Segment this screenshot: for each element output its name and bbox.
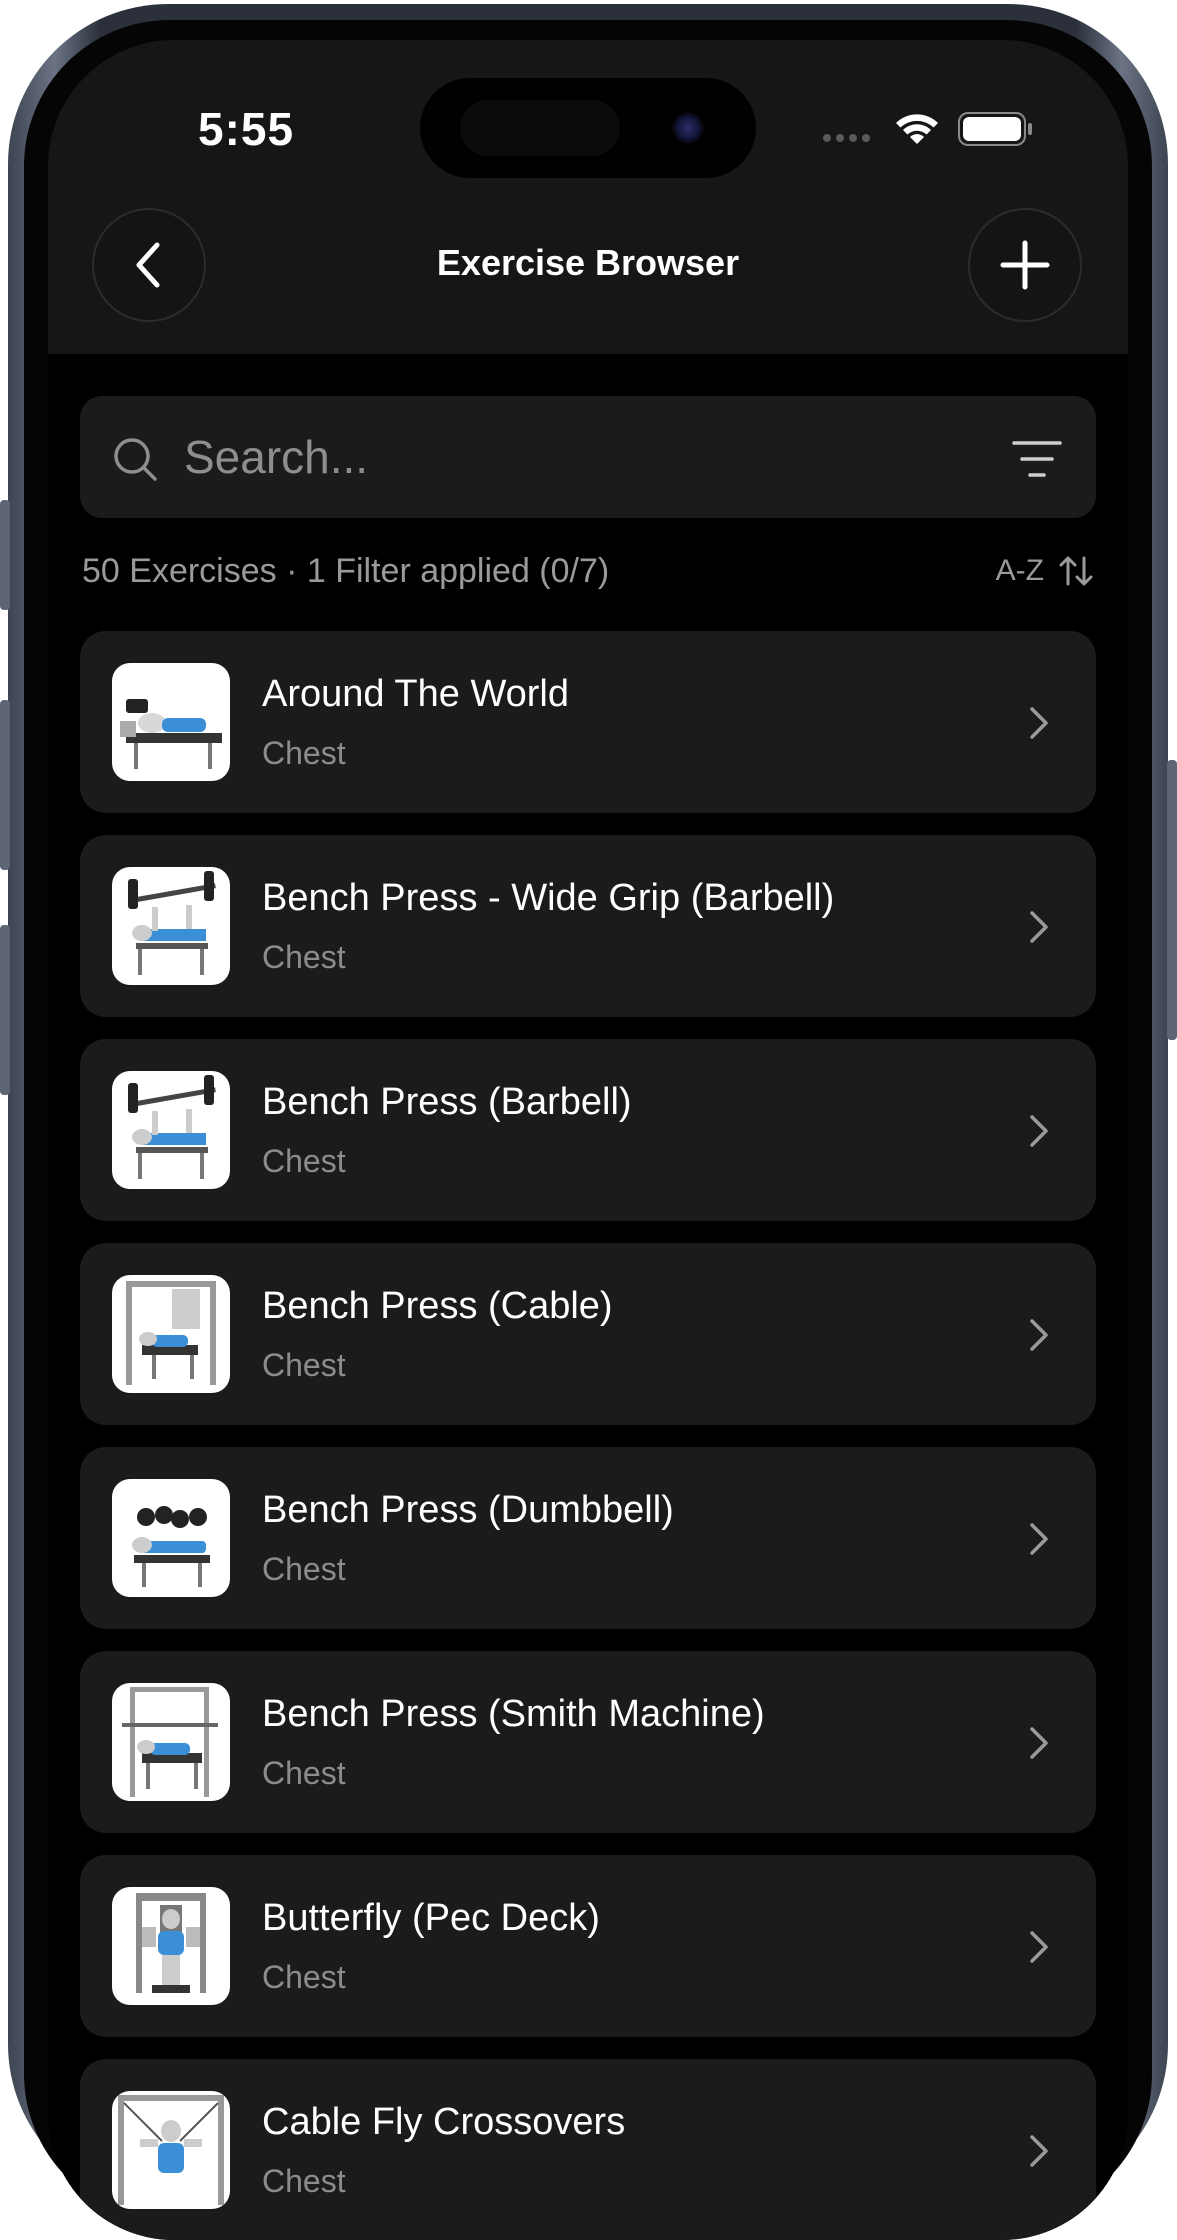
sort-arrows-icon bbox=[1059, 556, 1093, 586]
results-summary: 50 Exercises · 1 Filter applied (0/7) bbox=[82, 552, 610, 590]
chevron-right-icon bbox=[1030, 911, 1048, 943]
exercise-thumbnail bbox=[112, 2091, 230, 2209]
exercise-row[interactable]: Bench Press - Wide Grip (Barbell) Chest bbox=[80, 835, 1096, 1017]
search-bar[interactable] bbox=[80, 396, 1096, 518]
exercise-category: Chest bbox=[262, 2163, 346, 2199]
chevron-right-icon bbox=[1030, 1931, 1048, 1963]
exercise-name: Bench Press (Cable) bbox=[262, 1285, 613, 1327]
exercise-category: Chest bbox=[262, 939, 346, 975]
add-exercise-button[interactable] bbox=[968, 208, 1082, 322]
exercise-name: Cable Fly Crossovers bbox=[262, 2101, 626, 2143]
exercise-name: Butterfly (Pec Deck) bbox=[262, 1897, 600, 1939]
exercise-category: Chest bbox=[262, 1551, 346, 1587]
front-camera-icon bbox=[672, 112, 704, 144]
search-input[interactable] bbox=[182, 424, 946, 490]
chevron-right-icon bbox=[1030, 1727, 1048, 1759]
exercise-category: Chest bbox=[262, 735, 346, 771]
exercise-thumbnail bbox=[112, 1479, 230, 1597]
chevron-right-icon bbox=[1030, 2135, 1048, 2167]
exercise-category: Chest bbox=[262, 1143, 346, 1179]
plus-icon bbox=[1000, 240, 1050, 290]
header-bar: 5:55 Exercise Browser bbox=[48, 40, 1128, 354]
exercise-row[interactable]: Bench Press (Smith Machine) Chest bbox=[80, 1651, 1096, 1833]
island-sensor bbox=[460, 100, 620, 156]
app-screen: 5:55 Exercise Browser Search... 50 Exerc… bbox=[48, 40, 1128, 2240]
power-button bbox=[1167, 760, 1177, 1040]
exercise-row[interactable]: Butterfly (Pec Deck) Chest bbox=[80, 1855, 1096, 2037]
cellular-signal-icon bbox=[823, 134, 870, 142]
search-icon bbox=[114, 438, 157, 481]
exercise-thumbnail bbox=[112, 1683, 230, 1801]
exercise-list: Around The World Chest Bench Press - Wide … bbox=[80, 631, 1096, 2240]
exercise-row[interactable]: Cable Fly Crossovers Chest bbox=[80, 2059, 1096, 2240]
exercise-thumbnail bbox=[112, 1071, 230, 1189]
exercise-row[interactable]: Bench Press (Cable) Chest bbox=[80, 1243, 1096, 1425]
action-button bbox=[0, 500, 10, 610]
exercise-category: Chest bbox=[262, 1347, 346, 1383]
volume-up-button bbox=[0, 700, 10, 870]
chevron-right-icon bbox=[1030, 1115, 1048, 1147]
exercise-name: Around The World bbox=[262, 673, 569, 715]
exercise-thumbnail bbox=[112, 1887, 230, 2005]
wifi-icon bbox=[896, 114, 938, 144]
dynamic-island bbox=[420, 78, 756, 178]
exercise-category: Chest bbox=[262, 1959, 346, 1995]
exercise-name: Bench Press (Smith Machine) bbox=[262, 1693, 765, 1735]
exercise-thumbnail bbox=[112, 1275, 230, 1393]
page-title: Exercise Browser bbox=[436, 242, 740, 283]
filter-icon[interactable] bbox=[1012, 440, 1062, 478]
chevron-right-icon bbox=[1030, 1319, 1048, 1351]
chevron-right-icon bbox=[1030, 1523, 1048, 1555]
exercise-category: Chest bbox=[262, 1755, 346, 1791]
exercise-name: Bench Press (Barbell) bbox=[262, 1081, 632, 1123]
exercise-thumbnail bbox=[112, 663, 230, 781]
exercise-thumbnail bbox=[112, 867, 230, 985]
sort-label: A-Z bbox=[995, 554, 1044, 587]
sort-toggle[interactable]: A-Z bbox=[996, 554, 1094, 588]
volume-down-button bbox=[0, 925, 10, 1095]
exercise-name: Bench Press (Dumbbell) bbox=[262, 1489, 674, 1531]
exercise-row[interactable]: Around The World Chest bbox=[80, 631, 1096, 813]
exercise-row[interactable]: Bench Press (Dumbbell) Chest bbox=[80, 1447, 1096, 1629]
chevron-right-icon bbox=[1030, 707, 1048, 739]
status-time: 5:55 bbox=[198, 103, 295, 155]
exercise-name: Bench Press - Wide Grip (Barbell) bbox=[262, 877, 835, 919]
exercise-row[interactable]: Bench Press (Barbell) Chest bbox=[80, 1039, 1096, 1221]
battery-icon bbox=[958, 112, 1032, 146]
